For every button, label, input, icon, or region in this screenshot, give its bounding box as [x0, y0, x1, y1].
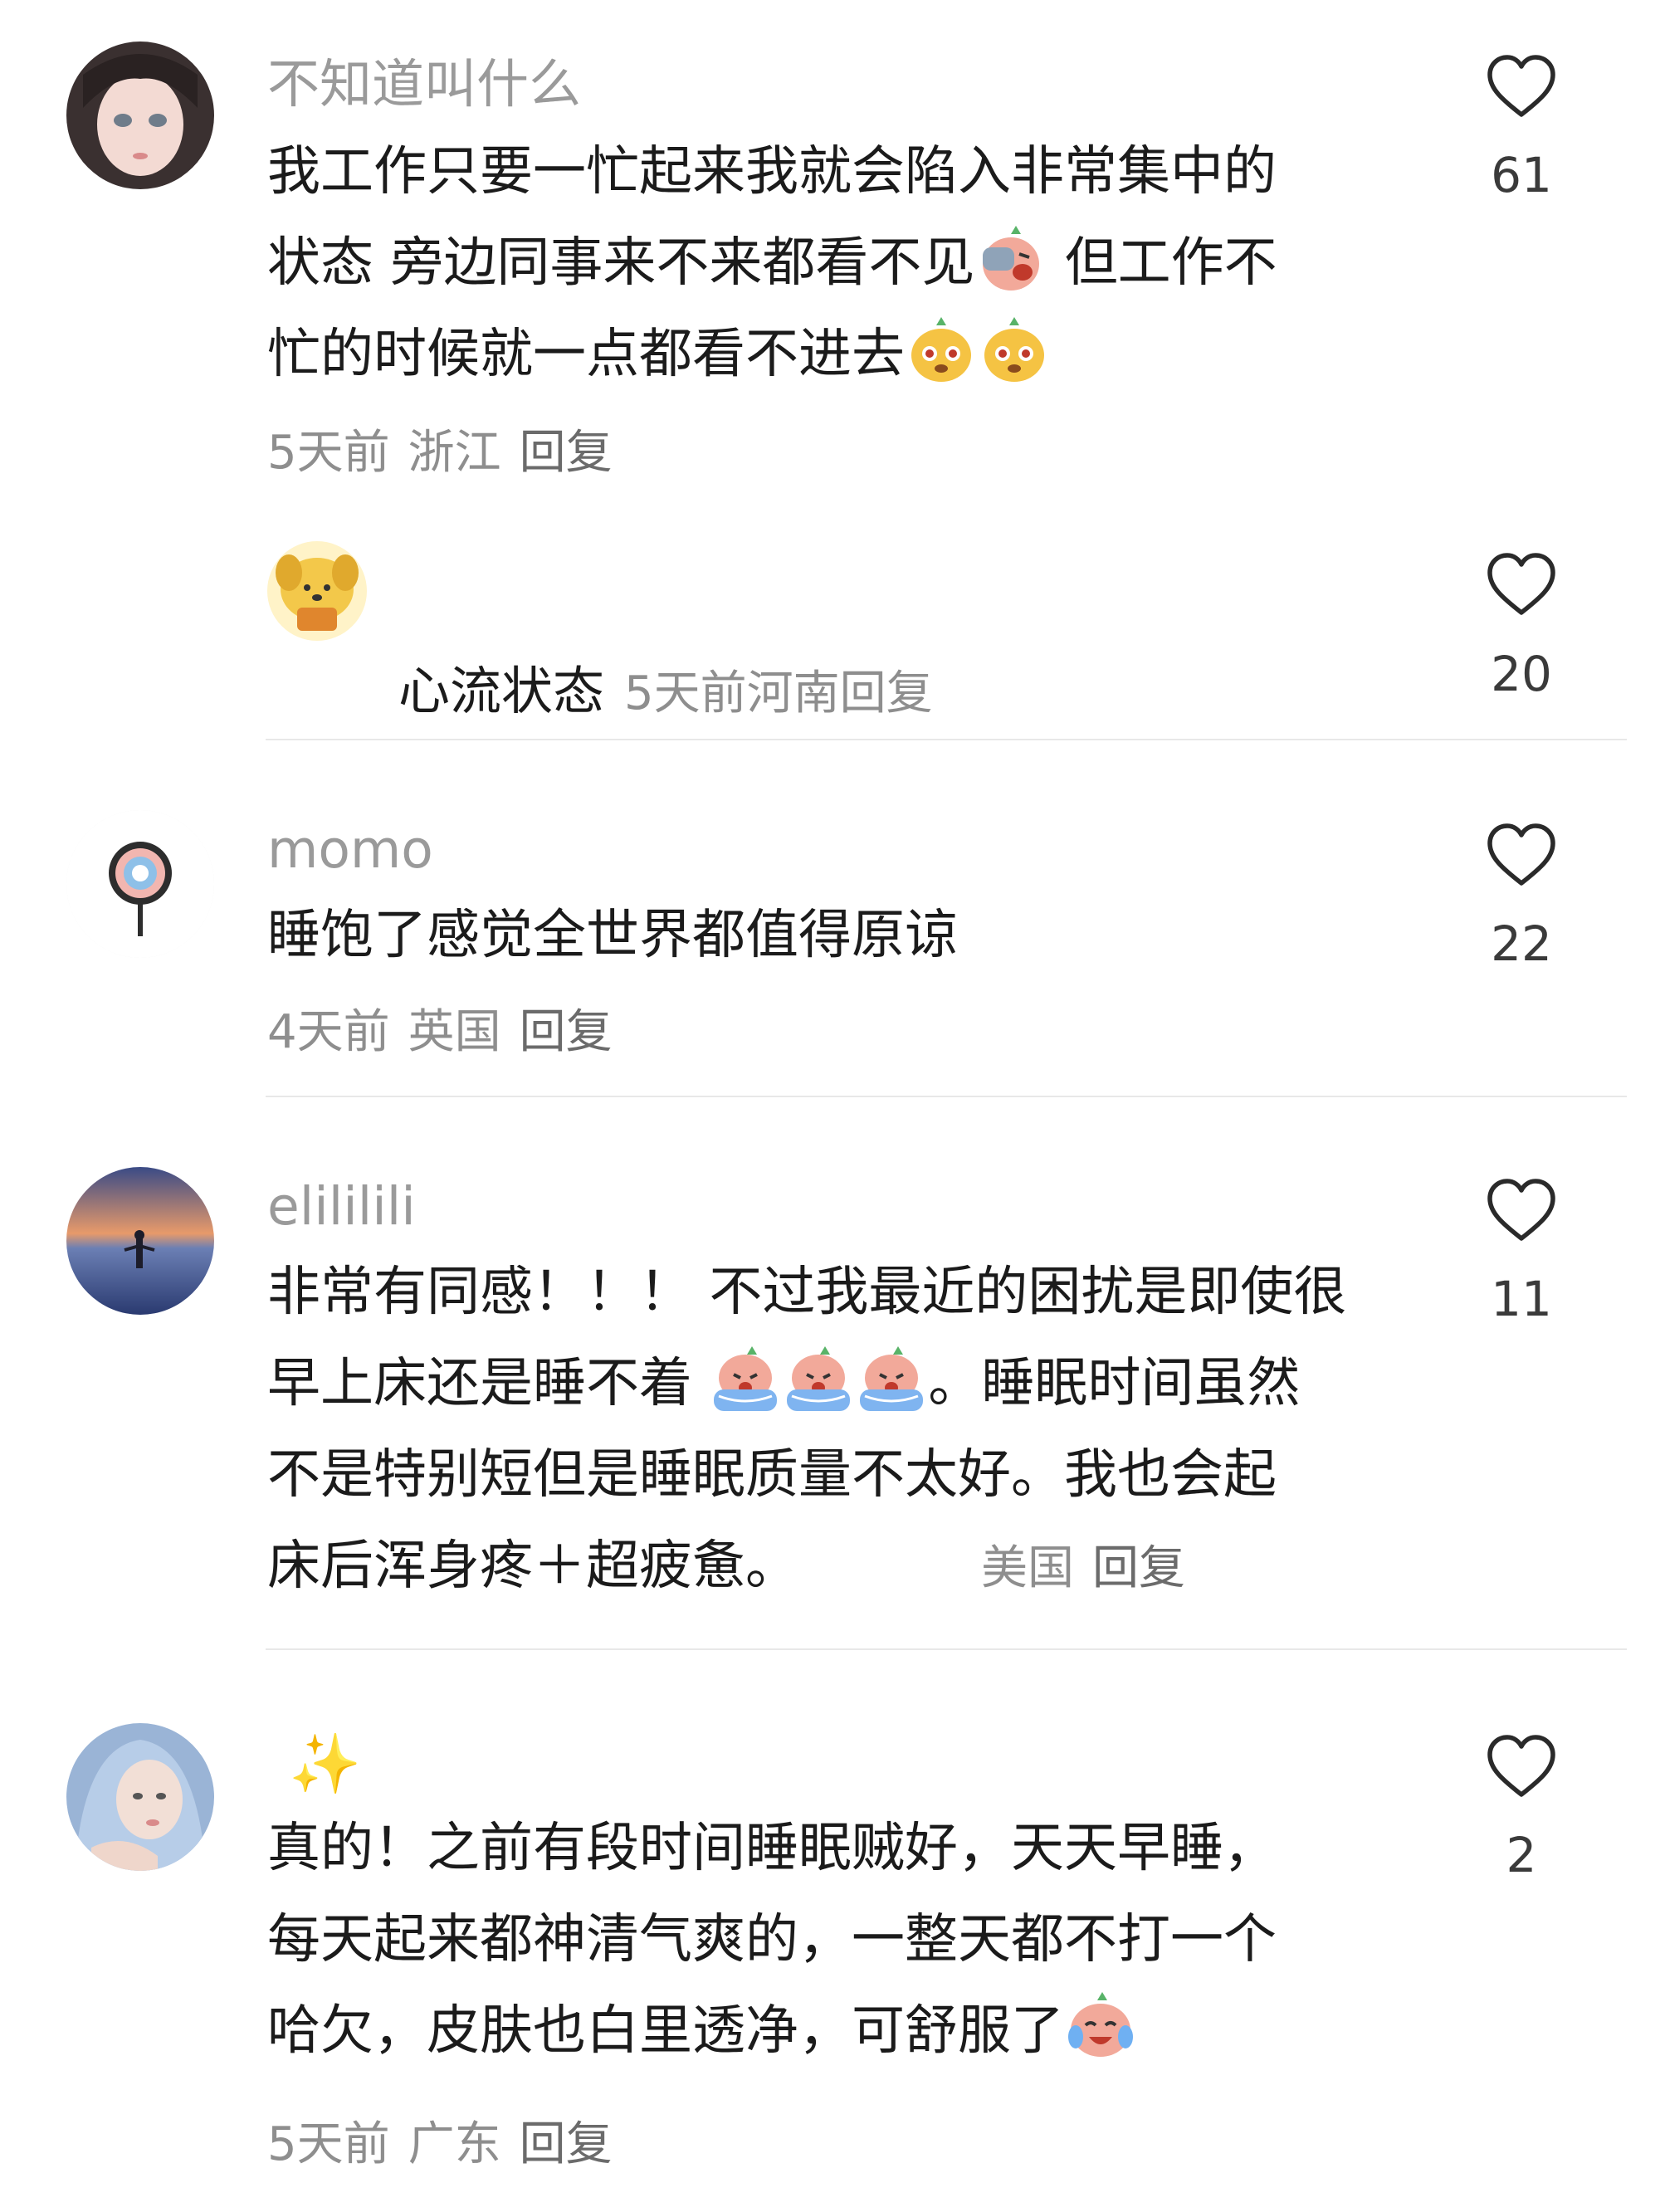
comment-text: 我工作只要一忙起来我就会陷入非常集中的 状态 旁边同事来不来都看不见 但工作不 …: [267, 126, 1446, 400]
comment-item: elililili 非常有同感！！！ 不过我最近的困扰是即使很 早上床还是睡不着…: [0, 1154, 1660, 1635]
comment-item: ✨ 真的！之前有段时间睡眠贼好，天天早睡， 每天起来都神清气爽的，一整天都不打一…: [0, 1710, 1660, 2212]
comment-location: 广东: [408, 2117, 501, 2171]
comment-meta: 5天前 广东 回复: [267, 2122, 613, 2168]
comment-line-with-emoji: 状态 旁边同事来不来都看不见 但工作不: [267, 217, 1446, 309]
comment-line-text: 哈欠，皮肤也白里透净，可舒服了: [267, 2000, 1064, 2062]
like-count: 2: [1506, 1827, 1537, 1883]
crying-emoji-icon: [855, 1341, 928, 1414]
comment-line-text: 床后浑身疼＋超疲惫。: [267, 1536, 798, 1597]
comment-time: 5天前: [624, 667, 747, 720]
comment-location: 美国: [981, 1541, 1074, 1595]
comment-text: 非常有同感！！！ 不过我最近的困扰是即使很 早上床还是睡不着 。睡眠时间虽然 不…: [267, 1247, 1446, 1612]
comment-line-with-emoji: 早上床还是睡不着 。睡眠时间虽然: [267, 1338, 1446, 1429]
like-count: 20: [1491, 646, 1552, 702]
reply-line: 心流状态 5天前河南回复: [398, 649, 933, 724]
comment-time: 4天前: [267, 1005, 390, 1059]
avatar[interactable]: [266, 540, 369, 642]
comment-location: 英国: [408, 1005, 501, 1059]
laugh-cry-emoji-icon: [1064, 1989, 1137, 2062]
comment-line: 不是特别短但是睡眠质量不太好。我也会起: [267, 1444, 1277, 1506]
reply-button[interactable]: 回复: [520, 426, 613, 480]
heart-icon[interactable]: [1486, 822, 1557, 888]
divider: [266, 1096, 1627, 1097]
avatar[interactable]: [66, 810, 214, 958]
dizzy-face-emoji-icon: [905, 312, 978, 385]
comment-meta: 5天前 浙江 回复: [267, 430, 613, 476]
comment-time: 5天前: [267, 426, 390, 480]
comment-line-text: 。睡眠时间虽然: [928, 1353, 1301, 1414]
heart-icon[interactable]: [1486, 551, 1557, 618]
avatar[interactable]: [66, 1723, 214, 1871]
reply-button[interactable]: 回复: [520, 1005, 613, 1059]
comment-username[interactable]: 不知道叫什么: [267, 58, 581, 110]
heart-icon[interactable]: [1486, 53, 1557, 120]
like-count: 11: [1491, 1271, 1552, 1327]
avatar[interactable]: [66, 1167, 214, 1315]
comment-line: 非常有同感！！！ 不过我最近的困扰是即使很: [267, 1262, 1347, 1323]
facepalm-emoji-icon: [974, 221, 1047, 294]
like-count: 61: [1491, 147, 1552, 203]
reply-button[interactable]: 回复: [1092, 1541, 1185, 1595]
comment-item: 不知道叫什么 我工作只要一忙起来我就会陷入非常集中的 状态 旁边同事来不来都看不…: [0, 0, 1660, 498]
reply-button[interactable]: 回复: [520, 2117, 613, 2171]
comment-line-with-emoji: 哈欠，皮肤也白里透净，可舒服了: [267, 1985, 1446, 2077]
like-count: 22: [1491, 916, 1552, 972]
comment-username[interactable]: elililili: [267, 1180, 416, 1233]
comment-line-text: 但工作不: [1047, 232, 1277, 294]
dizzy-face-emoji-icon: [978, 312, 1051, 385]
comment-line: 我工作只要一忙起来我就会陷入非常集中的: [267, 141, 1277, 203]
comment-item: momo 睡饱了感觉全世界都值得原谅 4天前 英国 回复 22: [0, 797, 1660, 1079]
comment-text: 真的！之前有段时间睡眠贼好，天天早睡， 每天起来都神清气爽的，一整天都不打一个 …: [267, 1803, 1446, 2077]
comment-time: 5天前: [267, 2117, 390, 2171]
heart-icon[interactable]: [1486, 1733, 1557, 1799]
comment-line-text: 早上床还是睡不着: [267, 1353, 710, 1414]
comment-username[interactable]: momo: [267, 823, 433, 876]
reply-item: 心流状态 5天前河南回复 20: [0, 531, 1660, 739]
divider: [266, 1648, 1627, 1650]
comment-meta: 4天前 英国 回复: [267, 1009, 613, 1056]
comment-text: 睡饱了感觉全世界都值得原谅: [267, 890, 1446, 981]
comment-line: 睡饱了感觉全世界都值得原谅: [267, 905, 958, 966]
comment-line-text: 状态 旁边同事来不来都看不见: [267, 232, 975, 294]
comment-location: 浙江: [408, 426, 501, 480]
crying-emoji-icon: [782, 1341, 855, 1414]
reply-username[interactable]: 心流状态: [398, 661, 604, 721]
comment-line: 每天起来都神清气爽的，一整天都不打一个: [267, 1909, 1277, 1970]
divider: [266, 739, 1627, 740]
comment-line-with-meta: 床后浑身疼＋超疲惫。 美国 回复: [267, 1521, 1446, 1612]
comment-username[interactable]: ✨: [289, 1735, 361, 1793]
avatar[interactable]: [66, 42, 214, 189]
crying-emoji-icon: [709, 1341, 782, 1414]
comment-location: 河南: [746, 667, 840, 720]
comment-meta: 美国 回复: [981, 1541, 1185, 1595]
comment-line: 真的！之前有段时间睡眠贼好，天天早睡，: [267, 1818, 1277, 1879]
heart-icon[interactable]: [1486, 1177, 1557, 1243]
comment-line-text: 忙的时候就一点都看不进去: [267, 324, 905, 385]
comment-line-with-emoji: 忙的时候就一点都看不进去: [267, 309, 1446, 400]
reply-button[interactable]: 回复: [840, 667, 933, 720]
